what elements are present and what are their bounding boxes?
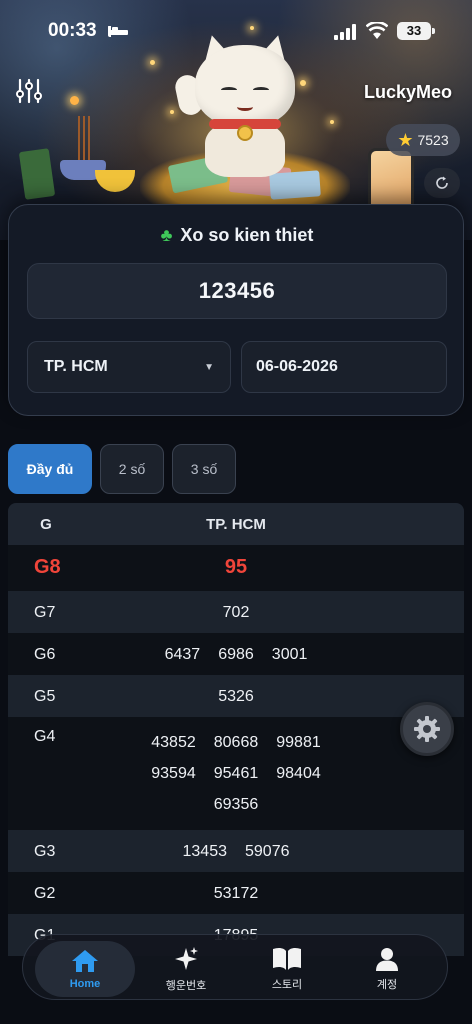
winning-number: 6437 (164, 646, 201, 663)
winning-number: 95461 (213, 765, 259, 782)
winning-number: 98404 (276, 765, 321, 782)
refresh-icon (436, 176, 448, 189)
date-field[interactable]: 06-06-2026 (241, 341, 447, 393)
prize-label: G7 (34, 604, 56, 621)
settings-fab[interactable] (400, 702, 454, 756)
prize-label: G2 (34, 885, 56, 902)
tab-3-digits[interactable]: 3 số (172, 444, 236, 494)
battery-indicator: 33 (397, 22, 435, 40)
winning-number: 69356 (213, 796, 259, 813)
prize-label: G3 (34, 843, 56, 860)
lottery-check-card: ♣ Xo so kien thiet 123456 TP. HCM ▼ 06-06… (8, 204, 464, 416)
prize-label: G8 (34, 556, 61, 578)
clover-icon: ♣ (160, 225, 173, 245)
province-select[interactable]: TP. HCM ▼ (27, 341, 231, 393)
table-row: G3 13453 59076 (8, 830, 464, 872)
winning-number: 59076 (245, 843, 290, 860)
banana-illustration (95, 170, 135, 192)
lottery-ticket-illustration (18, 148, 56, 200)
tab-full[interactable]: Đầy đủ (8, 444, 92, 494)
cellular-signal-icon (334, 24, 358, 40)
nav-home-label: Home (69, 978, 101, 990)
winning-number: 95 (224, 556, 248, 578)
card-title: ♣ Xo so kien thiet (9, 225, 465, 246)
winning-number: 5326 (218, 688, 254, 705)
tab-2-digits[interactable]: 2 số (100, 444, 164, 494)
prize-label: G5 (34, 688, 56, 705)
nav-lucky-numbers[interactable]: 행운번호 (136, 941, 236, 997)
points-badge[interactable]: ★ 7523 (386, 124, 460, 156)
home-icon (72, 950, 98, 972)
table-row: G6 6437 6986 3001 (8, 633, 464, 675)
winning-number: 702 (222, 604, 250, 621)
province-value: TP. HCM (44, 358, 108, 375)
user-icon (376, 948, 398, 971)
winning-number: 13453 (182, 843, 228, 860)
prize-label: G4 (34, 728, 56, 745)
nav-account[interactable]: 계정 (337, 941, 437, 997)
winning-number: 53172 (213, 885, 259, 902)
prize-label: G6 (34, 646, 56, 663)
nav-story[interactable]: 스토리 (237, 941, 337, 997)
table-row: G8 95 (8, 545, 464, 591)
winning-number: 6986 (218, 646, 254, 663)
table-row: G2 53172 (8, 872, 464, 914)
winning-number: 80668 (213, 734, 259, 751)
dropdown-caret-icon: ▼ (204, 361, 214, 373)
sparkle-icon (175, 947, 198, 970)
nav-home[interactable]: Home (35, 941, 135, 997)
ticket-number-input[interactable]: 123456 (27, 263, 447, 319)
prize-numbers: 702 (84, 603, 464, 623)
prize-numbers: 53172 (84, 884, 464, 904)
winning-number: 99881 (276, 734, 321, 751)
refresh-button[interactable] (424, 168, 460, 198)
wifi-icon (366, 22, 388, 39)
nav-lucky-numbers-label: 행운번호 (165, 980, 207, 992)
winning-number: 93594 (151, 765, 196, 782)
equalizer-settings-icon[interactable] (14, 76, 44, 106)
winning-number: 43852 (151, 734, 196, 751)
gear-icon (414, 716, 440, 742)
nav-story-label: 스토리 (271, 979, 303, 991)
star-icon: ★ (397, 130, 414, 150)
prize-numbers: 5326 (84, 687, 464, 707)
prize-numbers: 95 (84, 557, 464, 577)
status-bar: 00:33 33 (0, 0, 472, 56)
results-table: G TP. HCM G8 95 G7 702 G6 6437 6986 3001 G5 5326 G… (8, 503, 464, 956)
table-row: G4 43852 80668 99881 93594 95461 98404 69356 (8, 717, 464, 830)
table-row: G7 702 (8, 591, 464, 633)
winning-number: 3001 (271, 646, 308, 663)
prize-numbers: 6437 6986 3001 (84, 645, 464, 665)
card-title-text: Xo so kien thiet (180, 225, 314, 245)
points-value: 7523 (417, 132, 449, 148)
app-name: LuckyMeo (363, 82, 452, 102)
bottom-navigation: Home 행운번호 스토리 계정 (22, 934, 448, 1000)
table-row: G5 5326 (8, 675, 464, 717)
prize-numbers: 13453 59076 (84, 842, 464, 862)
province-column-header: TP. HCM (206, 515, 266, 533)
nav-account-label: 계정 (376, 979, 398, 991)
sleep-mode-icon (108, 26, 128, 37)
prize-column-header: G (40, 515, 52, 533)
status-time: 00:33 (48, 20, 97, 41)
book-icon (273, 947, 301, 970)
table-header: G TP. HCM (8, 503, 464, 545)
